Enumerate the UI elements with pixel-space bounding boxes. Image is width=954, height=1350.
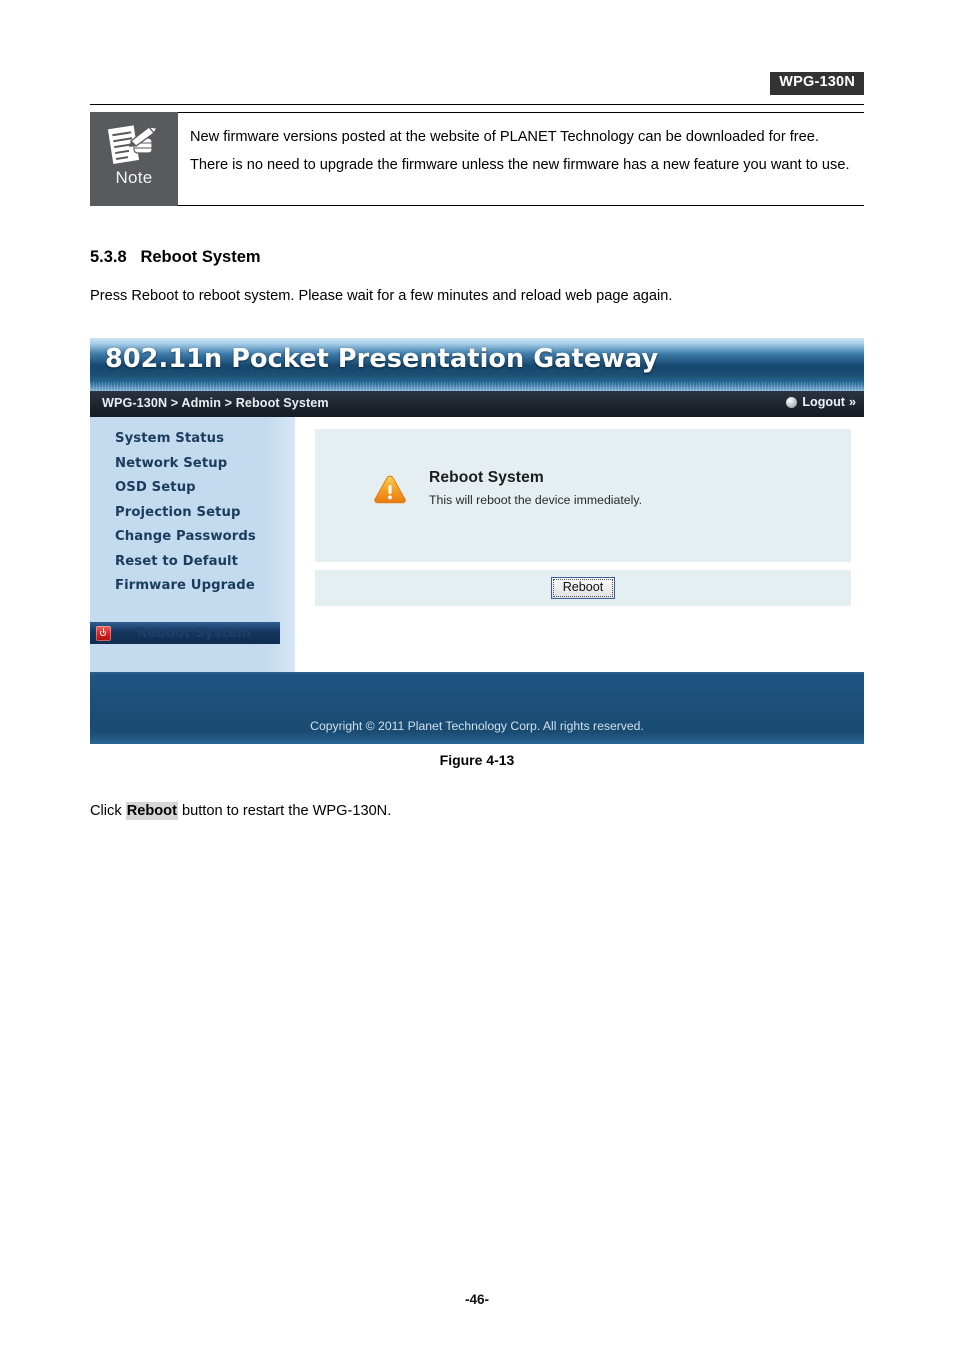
closing-prefix: Click (90, 803, 126, 819)
note-label: Note (115, 168, 153, 187)
page-number: -46- (464, 1292, 489, 1307)
sidebar-item-firmware-upgrade[interactable]: Firmware Upgrade (90, 574, 295, 599)
breadcrumb: WPG-130N > Admin > Reboot System (102, 396, 329, 410)
sidebar: System Status Network Setup OSD Setup Pr… (90, 417, 295, 672)
chevron-right-icon: » (848, 395, 856, 409)
model-badge: WPG-130N (770, 72, 864, 95)
reboot-action-panel: Reboot (315, 570, 851, 606)
reboot-info-panel: Reboot System This will reboot the devic… (315, 429, 851, 562)
webui-screenshot: 802.11n Pocket Presentation Gateway WPG-… (90, 338, 864, 744)
sidebar-item-reset-to-default[interactable]: Reset to Default (90, 550, 295, 575)
webui-navbar: WPG-130N > Admin > Reboot System Logout … (90, 391, 864, 417)
note-text: New firmware versions posted at the webs… (190, 129, 850, 173)
sidebar-item-osd-setup[interactable]: OSD Setup (90, 476, 295, 501)
webui-body: System Status Network Setup OSD Setup Pr… (90, 417, 864, 672)
note-callout: Note New firmware versions posted at the… (90, 112, 864, 206)
logout-orb-icon (786, 396, 798, 408)
closing-highlight: Reboot (125, 802, 178, 820)
reboot-button[interactable]: Reboot (550, 577, 616, 599)
webui-footer: Copyright © 2011 Planet Technology Corp.… (90, 672, 864, 744)
intro-paragraph: Press Reboot to reboot system. Please wa… (90, 288, 673, 304)
webui-banner: 802.11n Pocket Presentation Gateway (90, 338, 864, 391)
closing-suffix: button to restart the WPG-130N. (177, 803, 392, 819)
reboot-info-inner: Reboot System This will reboot the devic… (373, 469, 642, 507)
panel-heading: Reboot System (429, 469, 544, 486)
power-icon (96, 625, 111, 641)
reboot-info-text-block: Reboot System This will reboot the devic… (429, 469, 642, 507)
content-pane: Reboot System This will reboot the devic… (295, 417, 864, 672)
sidebar-item-system-status[interactable]: System Status (90, 427, 295, 452)
sidebar-item-projection-setup[interactable]: Projection Setup (90, 501, 295, 526)
section-number: 5.3.8 (90, 248, 127, 266)
panel-subtext: This will reboot the device immediately. (429, 493, 643, 507)
sidebar-item-reboot-system-label: Reboot System (137, 625, 251, 641)
copyright-text: Copyright © 2011 Planet Technology Corp.… (310, 719, 644, 733)
section-title: Reboot System (140, 248, 261, 266)
closing-paragraph: Click Reboot button to restart the WPG-1… (90, 802, 392, 820)
section-heading: 5.3.8 Reboot System (90, 248, 261, 267)
page-header: WPG-130N (90, 72, 864, 108)
sidebar-menu-list: System Status Network Setup OSD Setup Pr… (90, 417, 295, 599)
banner-title: 802.11n Pocket Presentation Gateway (105, 344, 659, 374)
sidebar-item-reboot-system[interactable]: Reboot System (90, 622, 280, 644)
header-divider-rule (90, 104, 864, 105)
logout-button[interactable]: Logout » (786, 395, 856, 409)
logout-label: Logout (802, 395, 845, 409)
note-pencil-document-icon (106, 124, 159, 166)
sidebar-item-network-setup[interactable]: Network Setup (90, 452, 295, 477)
note-icon-cell: Note (90, 112, 178, 206)
sidebar-item-change-passwords[interactable]: Change Passwords (90, 525, 295, 550)
note-text-cell: New firmware versions posted at the webs… (178, 112, 864, 206)
warning-triangle-icon (374, 475, 406, 504)
figure-caption: Figure 4-13 (439, 752, 515, 768)
